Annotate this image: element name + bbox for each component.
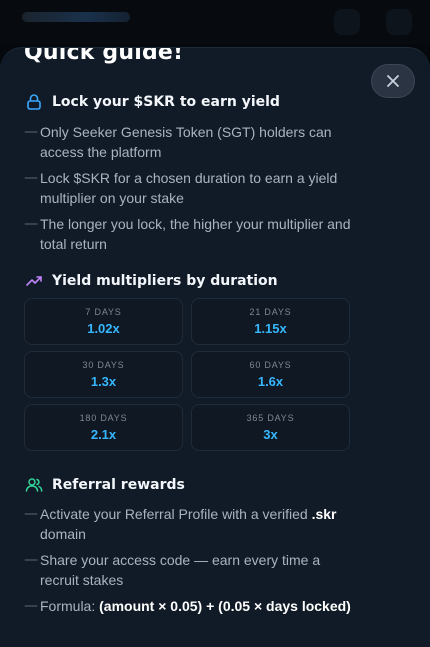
duration-label: 365 DAYS — [246, 413, 295, 423]
dash-marker: — — [24, 216, 38, 232]
referral-section-title: Referral rewards — [52, 477, 185, 493]
bullet-text: Activate your Referral Profile with a ve… — [40, 504, 354, 544]
formula-label: Formula: — [40, 598, 96, 614]
users-icon — [24, 475, 44, 495]
dash-marker: — — [24, 506, 38, 522]
multiplier-grid: 7 DAYS 1.02x 21 DAYS 1.15x 30 DAYS 1.3x … — [24, 298, 350, 451]
dash-marker: — — [24, 124, 38, 140]
referral-bullet-list: — Activate your Referral Profile with a … — [24, 504, 354, 622]
lock-section-header: Lock your $SKR to earn yield — [24, 92, 280, 112]
dash-marker: — — [24, 170, 38, 186]
multiplier-card-30-days: 30 DAYS 1.3x — [24, 351, 183, 398]
multiplier-value: 2.1x — [90, 427, 117, 442]
lock-section-title: Lock your $SKR to earn yield — [52, 94, 280, 110]
app-header — [0, 0, 430, 44]
multiplier-value: 1.6x — [257, 374, 284, 389]
close-icon — [387, 75, 399, 87]
guide-title: Quick guide! — [24, 47, 184, 65]
header-menu-button[interactable] — [386, 9, 412, 35]
dash-marker: — — [24, 598, 38, 614]
list-item: — The longer you lock, the higher your m… — [24, 214, 354, 254]
multiplier-card-60-days: 60 DAYS 1.6x — [191, 351, 350, 398]
lock-bullet-list: — Only Seeker Genesis Token (SGT) holder… — [24, 122, 354, 260]
multiplier-card-365-days: 365 DAYS 3x — [191, 404, 350, 451]
list-item: — Activate your Referral Profile with a … — [24, 504, 354, 544]
formula-expression: (amount × 0.05) + (0.05 × days locked) — [99, 598, 351, 614]
referral-section-header: Referral rewards — [24, 475, 185, 495]
multiplier-value: 1.3x — [90, 374, 117, 389]
duration-label: 180 DAYS — [79, 413, 128, 423]
bullet-text: Share your access code — earn every time… — [40, 552, 321, 588]
duration-label: 30 DAYS — [82, 360, 125, 370]
multiplier-value: 1.15x — [254, 321, 287, 336]
app-logo — [22, 12, 130, 22]
multiplier-value: 3x — [263, 427, 278, 442]
lock-icon — [24, 92, 44, 112]
dash-marker: — — [24, 552, 38, 568]
list-item: — Lock $SKR for a chosen duration to ear… — [24, 168, 354, 208]
quick-guide-sheet: Quick guide! Lock your $SKR to earn yiel… — [0, 47, 430, 647]
trending-up-icon — [24, 271, 44, 291]
multiplier-card-21-days: 21 DAYS 1.15x — [191, 298, 350, 345]
duration-label: 21 DAYS — [249, 307, 292, 317]
list-item: — Formula: (amount × 0.05) + (0.05 × day… — [24, 596, 354, 616]
bullet-text: Formula: (amount × 0.05) + (0.05 × days … — [40, 596, 351, 616]
bullet-text: Lock $SKR for a chosen duration to earn … — [40, 170, 338, 206]
multiplier-card-7-days: 7 DAYS 1.02x — [24, 298, 183, 345]
yield-section-header: Yield multipliers by duration — [24, 271, 278, 291]
bullet-text-part: Activate your Referral Profile with a ve… — [40, 506, 308, 522]
header-action-button[interactable] — [334, 9, 360, 35]
yield-section-title: Yield multipliers by duration — [52, 273, 278, 289]
domain-highlight: .skr — [311, 506, 337, 522]
multiplier-value: 1.02x — [87, 321, 120, 336]
bullet-text: The longer you lock, the higher your mul… — [40, 216, 351, 252]
multiplier-card-180-days: 180 DAYS 2.1x — [24, 404, 183, 451]
bullet-text-part: domain — [40, 526, 86, 542]
bullet-text: Only Seeker Genesis Token (SGT) holders … — [40, 124, 332, 160]
list-item: — Only Seeker Genesis Token (SGT) holder… — [24, 122, 354, 162]
close-button[interactable] — [371, 64, 415, 98]
duration-label: 60 DAYS — [249, 360, 292, 370]
duration-label: 7 DAYS — [85, 307, 122, 317]
list-item: — Share your access code — earn every ti… — [24, 550, 354, 590]
